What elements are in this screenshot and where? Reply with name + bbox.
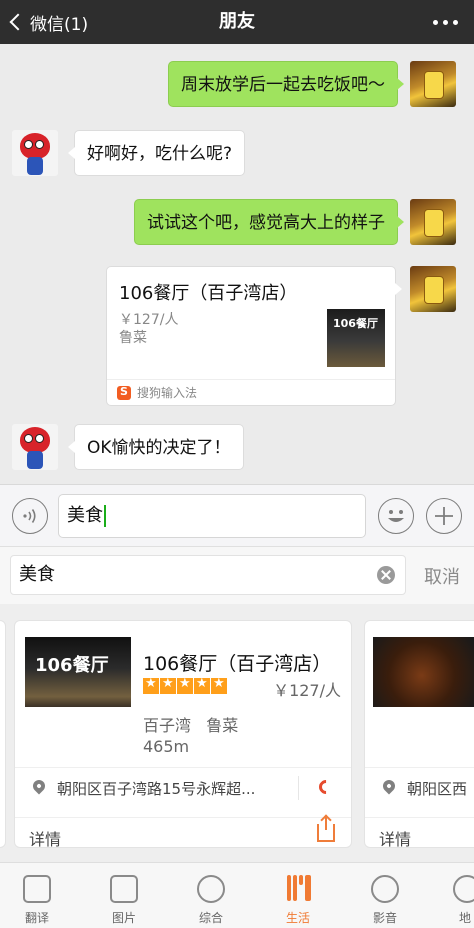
location-pin-icon <box>30 777 48 795</box>
message-bubble-sent[interactable]: 周末放学后一起去吃饭吧～ <box>168 61 404 107</box>
emoji-button[interactable] <box>378 498 414 534</box>
my-avatar[interactable] <box>410 61 456 107</box>
voice-button[interactable] <box>12 498 48 534</box>
chat-header: 微信(1) 朋友 <box>0 0 474 44</box>
search-input[interactable]: 美食 <box>10 555 406 595</box>
detail-link[interactable]: 详情 <box>29 826 61 847</box>
globe-icon <box>197 875 225 903</box>
share-icon[interactable] <box>317 816 335 842</box>
phone-icon[interactable] <box>316 777 336 797</box>
friend-avatar[interactable] <box>12 130 58 176</box>
chat-title: 朋友 <box>219 11 255 32</box>
search-results[interactable]: 106餐厅 106餐厅（百子湾店） ￥127/人 百子湾 鲁菜 465m 朝阳区… <box>0 604 474 862</box>
star-icon <box>211 676 227 694</box>
result-card-prev[interactable] <box>0 620 6 848</box>
shared-card-price: ￥127/人 <box>119 312 179 328</box>
smiley-icon <box>388 510 404 522</box>
fork-knife-icon <box>285 875 313 903</box>
more-dot-icon <box>433 19 438 25</box>
tab-map[interactable]: 地 <box>429 863 474 928</box>
message-input-bar: 美食 <box>0 484 474 546</box>
star-icon <box>143 676 159 694</box>
map-icon <box>453 875 474 903</box>
message-bubble-received[interactable]: OK愉快的决定了！ <box>68 424 244 470</box>
my-avatar[interactable] <box>410 266 456 312</box>
star-icon <box>194 676 210 694</box>
voice-wave-icon <box>23 509 36 523</box>
rating-stars <box>143 676 227 694</box>
restaurant-photo <box>373 637 474 707</box>
my-avatar[interactable] <box>410 199 456 245</box>
detail-link[interactable]: 详情 <box>379 826 411 847</box>
shared-card-category: 鲁菜 <box>119 330 147 346</box>
restaurant-address: 朝阳区百子湾路15号永辉超... <box>57 780 256 798</box>
result-card-next[interactable]: 朝阳区西 详情 <box>364 620 474 848</box>
message-input[interactable]: 美食 <box>58 494 366 538</box>
card-footer: 详情 <box>15 816 351 847</box>
address-row[interactable]: 朝阳区百子湾路15号永辉超... <box>15 767 351 807</box>
restaurant-area: 百子湾 鲁菜 <box>143 716 239 735</box>
restaurant-price: ￥127/人 <box>273 681 341 700</box>
message-bubble-sent[interactable]: 试试这个吧，感觉高大上的样子 <box>134 199 404 245</box>
more-actions-button[interactable] <box>426 498 462 534</box>
location-pin-icon <box>380 777 398 795</box>
shared-card-thumbnail: 106餐厅 <box>327 309 385 367</box>
sogou-logo-icon <box>117 385 131 400</box>
source-label: 搜狗输入法 <box>137 386 198 400</box>
card-footer: 详情 <box>365 817 474 847</box>
more-button[interactable] <box>433 0 458 44</box>
restaurant-address: 朝阳区西 <box>407 780 468 798</box>
clear-icon[interactable] <box>377 566 395 584</box>
sogou-search-bar: 美食 取消 <box>0 546 474 604</box>
message-bubble-received[interactable]: 好啊好，吃什么呢? <box>67 130 246 176</box>
tab-media[interactable]: 影音 <box>342 863 428 928</box>
shared-restaurant-card[interactable]: 106餐厅（百子湾店） ￥127/人 鲁菜 106餐厅 搜狗输入法 <box>106 266 402 406</box>
tab-translate[interactable]: 翻译 <box>0 863 80 928</box>
sogou-tab-bar: 翻译 图片 综合 生活 影音 地 <box>0 862 474 928</box>
shared-card-source: 搜狗输入法 <box>107 379 395 405</box>
friend-avatar[interactable] <box>12 424 58 470</box>
result-card[interactable]: 106餐厅 106餐厅（百子湾店） ￥127/人 百子湾 鲁菜 465m 朝阳区… <box>14 620 352 848</box>
translate-icon <box>23 875 51 903</box>
more-dot-icon <box>443 19 448 25</box>
restaurant-name: 106餐厅（百子湾店） <box>143 653 332 675</box>
more-dot-icon <box>453 19 458 25</box>
tab-image[interactable]: 图片 <box>81 863 167 928</box>
plus-icon <box>435 507 453 525</box>
chat-area[interactable]: 周末放学后一起去吃饭吧～ 好啊好，吃什么呢? 试试这个吧，感觉高大上的样子 10… <box>0 44 474 484</box>
restaurant-distance: 465m <box>143 737 190 756</box>
film-reel-icon <box>371 875 399 903</box>
tab-general[interactable]: 综合 <box>168 863 254 928</box>
image-icon <box>110 875 138 903</box>
star-icon <box>177 676 193 694</box>
tab-life[interactable]: 生活 <box>255 863 341 928</box>
cancel-button[interactable]: 取消 <box>424 563 460 589</box>
star-icon <box>160 676 176 694</box>
address-row[interactable]: 朝阳区西 <box>365 767 474 807</box>
shared-card-title: 106餐厅（百子湾店） <box>119 283 298 304</box>
restaurant-photo: 106餐厅 <box>25 637 131 707</box>
